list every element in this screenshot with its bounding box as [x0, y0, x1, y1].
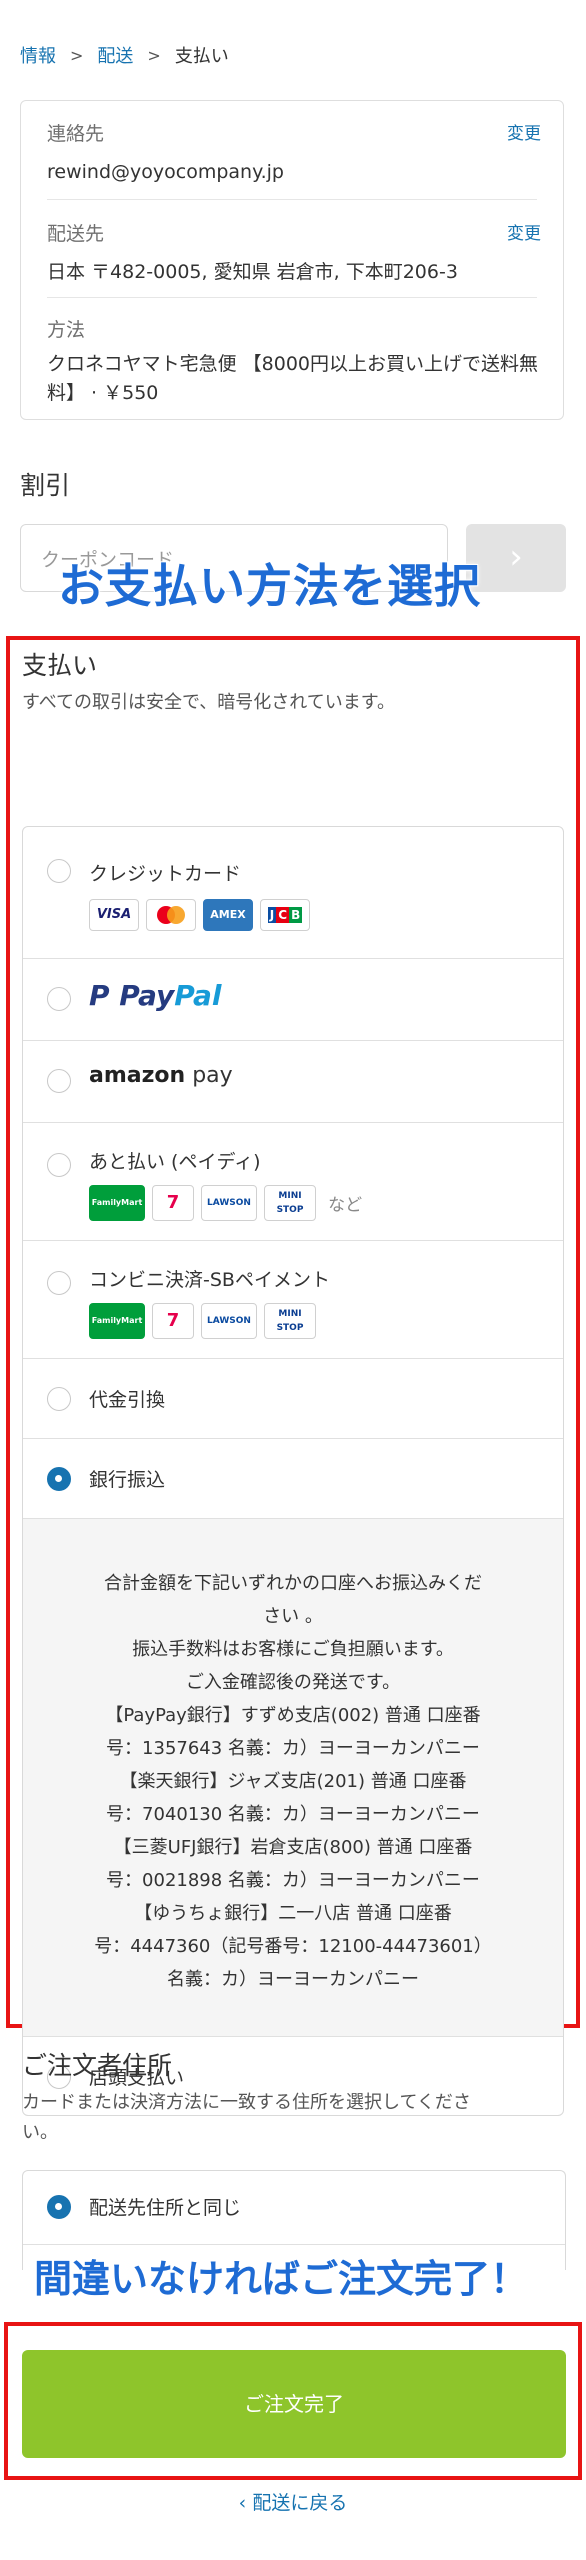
seven-eleven-icon: 7 [152, 1185, 194, 1221]
bank-line: 【ゆうちょ銀行】二一八店 普通 口座番 [134, 1903, 452, 1924]
radio-credit[interactable] [47, 859, 71, 883]
paypal-logo-p-icon: P [89, 979, 110, 1012]
lawson-icon: LAWSON [201, 1303, 257, 1339]
billing-same-label: 配送先住所と同じ [89, 2197, 242, 2219]
visa-icon: VISA [89, 899, 139, 931]
change-shipping-link[interactable]: 変更 [507, 219, 541, 244]
payment-option-konbini[interactable]: コンビニ決済-SBペイメント FamilyMart 7 LAWSONMINI STO… [23, 1241, 563, 1359]
familymart-icon: FamilyMart [89, 1185, 145, 1221]
familymart-icon: FamilyMart [89, 1303, 145, 1339]
paidy-stores: FamilyMart 7 LAWSONMINI STOP など [89, 1185, 362, 1221]
paypal-logo-pay: Pay [119, 979, 175, 1012]
radio-paidy[interactable] [47, 1153, 71, 1177]
method-row: 方法 クロネコヤマト宅急便 【8000円以上お買い上げで送料無料】 · ￥550 [47, 315, 541, 408]
arrow-right-icon: › [509, 537, 523, 577]
bank-line: 【三菱UFJ銀行】岩倉支店(800) 普通 口座番 [113, 1837, 473, 1858]
change-contact-link[interactable]: 変更 [507, 119, 541, 144]
konbini-stores: FamilyMart 7 LAWSONMINI STOP [89, 1303, 323, 1339]
breadcrumb-info[interactable]: 情報 [20, 42, 56, 68]
radio-konbini[interactable] [47, 1271, 71, 1295]
bank-line: 号：1357643 名義：カ）ヨーヨーカンパニー [106, 1738, 480, 1759]
overlay-caption-top: お支払い方法を選択 [57, 558, 481, 614]
ministop-icon: MINI STOP [264, 1185, 316, 1221]
paypal-logo: P PayPal [89, 979, 222, 1012]
shipping-row: 配送先 日本 〒482-0005, 愛知県 岩倉市, 下本町206-3 変更 [47, 219, 541, 287]
radio-billing-same[interactable] [47, 2195, 71, 2219]
billing-title: ご注文者住所 [22, 2051, 173, 2080]
method-value: クロネコヤマト宅急便 【8000円以上お買い上げで送料無料】 · ￥550 [47, 353, 539, 404]
bank-line: 合計金額を下記いずれかの口座へお振込みくだ [104, 1573, 482, 1594]
amazon-logo-text: amazon [89, 1063, 186, 1088]
credit-label: クレジットカード [89, 863, 242, 885]
divider [47, 297, 537, 298]
review-box: 連絡先 rewind@yoyocompany.jp 変更 配送先 日本 〒482… [20, 100, 564, 420]
lawson-icon: LAWSON [201, 1185, 257, 1221]
bank-line: 振込手数料はお客様にご負担願います。 [132, 1639, 454, 1660]
contact-label: 連絡先 [47, 123, 105, 145]
bank-line: ご入金確認後の発送です。 [185, 1672, 401, 1693]
payment-title: 支払い [22, 651, 98, 680]
konbini-label: コンビニ決済-SBペイメント [89, 1269, 330, 1291]
payment-subtitle: すべての取引は安全で、暗号化されています。 [22, 692, 395, 713]
radio-cod[interactable] [47, 1387, 71, 1411]
bank-line: 【PayPay銀行】すずめ支店(002) 普通 口座番 [105, 1705, 481, 1726]
card-brands: VISA AMEX J C B [89, 899, 317, 931]
back-to-shipping-link[interactable]: ‹ 配送に戻る [0, 2488, 586, 2515]
paypal-logo-pal: Pal [174, 979, 222, 1012]
payment-option-credit[interactable]: クレジットカード VISA AMEX J C B [23, 827, 563, 959]
breadcrumb: 情報 > 配送 > 支払い [20, 42, 229, 68]
overlay-caption-bottom: 間違いなければご注文完了！ [33, 2256, 529, 2302]
ship-value: 日本 〒482-0005, 愛知県 岩倉市, 下本町206-3 [47, 261, 458, 283]
method-label: 方法 [47, 319, 86, 341]
payment-option-paidy[interactable]: あと払い (ペイディ) FamilyMart 7 LAWSONMINI STOP な… [23, 1123, 563, 1241]
radio-amazon-pay[interactable] [47, 1069, 71, 1093]
bank-transfer-info: 合計金額を下記いずれかの口座へお振込みくだ さい 。 振込手数料はお客様にご負担… [23, 1519, 563, 2037]
radio-paypal[interactable] [47, 987, 71, 1011]
amex-icon: AMEX [203, 899, 253, 931]
chevron-right-icon: > [70, 45, 84, 65]
bank-label: 銀行振込 [89, 1469, 166, 1491]
bank-line: 号：0021898 名義：カ）ヨーヨーカンパニー [106, 1870, 480, 1891]
payment-options: クレジットカード VISA AMEX J C B P PayPal amazon pay… [22, 826, 564, 2116]
bank-line: 号：4447360（記号番号：12100-44473601） [94, 1936, 492, 1957]
amazon-pay-logo: amazon pay [89, 1063, 233, 1088]
ship-label: 配送先 [47, 223, 105, 245]
radio-bank[interactable] [47, 1467, 71, 1491]
paidy-label: あと払い (ペイディ) [89, 1151, 261, 1173]
chevron-left-icon: ‹ [238, 2492, 253, 2514]
billing-subtitle-line: い。 [22, 2122, 58, 2143]
bank-line: さい 。 [263, 1606, 323, 1627]
complete-order-button[interactable]: ご注文完了 [22, 2350, 566, 2458]
contact-row: 連絡先 rewind@yoyocompany.jp 変更 [47, 119, 541, 187]
chevron-right-icon: > [147, 45, 161, 65]
cod-label: 代金引換 [89, 1389, 166, 1411]
discount-title: 割引 [20, 471, 71, 500]
billing-subtitle-line: カードまたは決済方法に一致する住所を選択してくださ [22, 2092, 471, 2113]
bank-line: 号：7040130 名義：カ）ヨーヨーカンパニー [106, 1804, 480, 1825]
payment-option-amazon-pay[interactable]: amazon pay [23, 1041, 563, 1123]
divider [47, 199, 537, 200]
jcb-icon: JCB [260, 899, 310, 931]
payment-option-bank[interactable]: 銀行振込 [23, 1439, 563, 1519]
mastercard-icon [146, 899, 196, 931]
billing-subtitle: カードまたは決済方法に一致する住所を選択してくださ い。 [22, 2088, 566, 2148]
billing-option-same[interactable]: 配送先住所と同じ [23, 2171, 565, 2245]
back-label: 配送に戻る [252, 2492, 348, 2514]
bank-line: 名義：カ）ヨーヨーカンパニー [167, 1969, 419, 1990]
ministop-icon: MINI STOP [264, 1303, 316, 1339]
payment-option-cod[interactable]: 代金引換 [23, 1359, 563, 1439]
apply-coupon-button[interactable]: › [466, 524, 566, 592]
paidy-etc: など [328, 1195, 363, 1216]
seven-eleven-icon: 7 [152, 1303, 194, 1339]
contact-value: rewind@yoyocompany.jp [47, 161, 284, 183]
payment-option-paypal[interactable]: P PayPal [23, 959, 563, 1041]
amazon-logo-pay: pay [192, 1063, 233, 1088]
bank-line: 【楽天銀行】ジャズ支店(201) 普通 口座番 [119, 1771, 467, 1792]
breadcrumb-shipping[interactable]: 配送 [97, 42, 133, 68]
breadcrumb-payment: 支払い [174, 46, 229, 67]
